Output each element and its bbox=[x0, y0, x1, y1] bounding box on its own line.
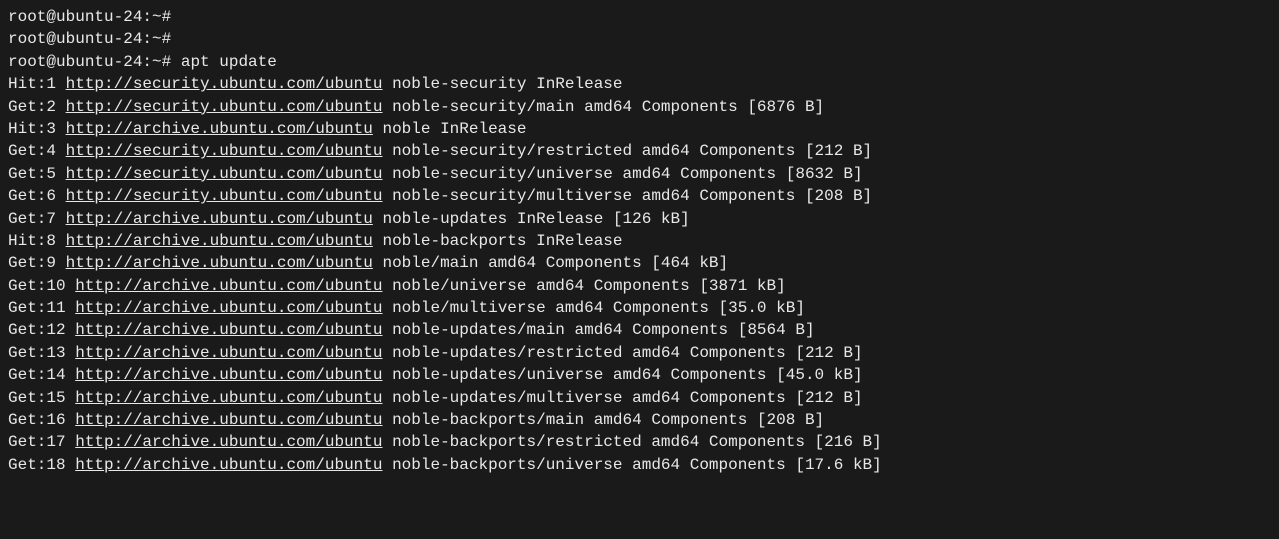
apt-output-line: Get:17 http://archive.ubuntu.com/ubuntu … bbox=[8, 431, 1271, 453]
repository-url[interactable]: http://archive.ubuntu.com/ubuntu bbox=[66, 120, 373, 138]
apt-line-suffix: noble/main amd64 Components [464 kB] bbox=[373, 254, 728, 272]
prompt-line: root@ubuntu-24:~# bbox=[8, 6, 1271, 28]
shell-command: apt update bbox=[181, 53, 277, 71]
apt-line-prefix: Get:4 bbox=[8, 142, 66, 160]
shell-prompt: root@ubuntu-24:~# bbox=[8, 8, 171, 26]
apt-line-prefix: Get:12 bbox=[8, 321, 75, 339]
repository-url[interactable]: http://archive.ubuntu.com/ubuntu bbox=[75, 433, 382, 451]
apt-output-line: Hit:1 http://security.ubuntu.com/ubuntu … bbox=[8, 73, 1271, 95]
apt-line-suffix: noble-backports InRelease bbox=[373, 232, 623, 250]
repository-url[interactable]: http://archive.ubuntu.com/ubuntu bbox=[75, 344, 382, 362]
prompt-line: root@ubuntu-24:~# apt update bbox=[8, 51, 1271, 73]
repository-url[interactable]: http://security.ubuntu.com/ubuntu bbox=[66, 98, 383, 116]
apt-line-prefix: Get:5 bbox=[8, 165, 66, 183]
repository-url[interactable]: http://security.ubuntu.com/ubuntu bbox=[66, 187, 383, 205]
apt-output-line: Get:16 http://archive.ubuntu.com/ubuntu … bbox=[8, 409, 1271, 431]
apt-line-suffix: noble-backports/restricted amd64 Compone… bbox=[382, 433, 881, 451]
apt-line-suffix: noble-updates/multiverse amd64 Component… bbox=[382, 389, 862, 407]
apt-output-line: Get:18 http://archive.ubuntu.com/ubuntu … bbox=[8, 454, 1271, 476]
apt-output-line: Get:10 http://archive.ubuntu.com/ubuntu … bbox=[8, 275, 1271, 297]
apt-line-prefix: Get:14 bbox=[8, 366, 75, 384]
apt-line-prefix: Get:11 bbox=[8, 299, 75, 317]
repository-url[interactable]: http://security.ubuntu.com/ubuntu bbox=[66, 165, 383, 183]
apt-line-suffix: noble-security InRelease bbox=[382, 75, 622, 93]
apt-line-suffix: noble-updates/main amd64 Components [856… bbox=[382, 321, 814, 339]
apt-line-suffix: noble-security/universe amd64 Components… bbox=[382, 165, 862, 183]
apt-output-line: Get:6 http://security.ubuntu.com/ubuntu … bbox=[8, 185, 1271, 207]
repository-url[interactable]: http://archive.ubuntu.com/ubuntu bbox=[66, 254, 373, 272]
apt-line-prefix: Get:18 bbox=[8, 456, 75, 474]
repository-url[interactable]: http://archive.ubuntu.com/ubuntu bbox=[75, 299, 382, 317]
apt-line-suffix: noble-security/restricted amd64 Componen… bbox=[382, 142, 872, 160]
apt-line-suffix: noble-updates InRelease [126 kB] bbox=[373, 210, 690, 228]
apt-line-prefix: Hit:8 bbox=[8, 232, 66, 250]
apt-line-suffix: noble-backports/main amd64 Components [2… bbox=[382, 411, 824, 429]
repository-url[interactable]: http://archive.ubuntu.com/ubuntu bbox=[75, 456, 382, 474]
shell-prompt: root@ubuntu-24:~# bbox=[8, 53, 171, 71]
prompt-line: root@ubuntu-24:~# bbox=[8, 28, 1271, 50]
apt-output-line: Get:9 http://archive.ubuntu.com/ubuntu n… bbox=[8, 252, 1271, 274]
repository-url[interactable]: http://security.ubuntu.com/ubuntu bbox=[66, 142, 383, 160]
apt-line-suffix: noble/universe amd64 Components [3871 kB… bbox=[382, 277, 785, 295]
apt-output-line: Hit:8 http://archive.ubuntu.com/ubuntu n… bbox=[8, 230, 1271, 252]
repository-url[interactable]: http://archive.ubuntu.com/ubuntu bbox=[66, 232, 373, 250]
apt-line-prefix: Get:10 bbox=[8, 277, 75, 295]
apt-output-line: Get:4 http://security.ubuntu.com/ubuntu … bbox=[8, 140, 1271, 162]
apt-line-prefix: Get:17 bbox=[8, 433, 75, 451]
apt-output-line: Get:7 http://archive.ubuntu.com/ubuntu n… bbox=[8, 208, 1271, 230]
apt-line-prefix: Get:9 bbox=[8, 254, 66, 272]
apt-line-prefix: Get:13 bbox=[8, 344, 75, 362]
apt-line-suffix: noble-security/multiverse amd64 Componen… bbox=[382, 187, 872, 205]
apt-line-suffix: noble InRelease bbox=[373, 120, 527, 138]
apt-output-line: Get:5 http://security.ubuntu.com/ubuntu … bbox=[8, 163, 1271, 185]
repository-url[interactable]: http://archive.ubuntu.com/ubuntu bbox=[75, 389, 382, 407]
repository-url[interactable]: http://archive.ubuntu.com/ubuntu bbox=[75, 277, 382, 295]
apt-output-line: Get:12 http://archive.ubuntu.com/ubuntu … bbox=[8, 319, 1271, 341]
apt-line-prefix: Hit:1 bbox=[8, 75, 66, 93]
repository-url[interactable]: http://archive.ubuntu.com/ubuntu bbox=[75, 321, 382, 339]
shell-prompt: root@ubuntu-24:~# bbox=[8, 30, 171, 48]
terminal-output[interactable]: root@ubuntu-24:~# root@ubuntu-24:~# root… bbox=[8, 6, 1271, 476]
apt-output-line: Get:13 http://archive.ubuntu.com/ubuntu … bbox=[8, 342, 1271, 364]
apt-line-suffix: noble-updates/restricted amd64 Component… bbox=[382, 344, 862, 362]
apt-line-prefix: Get:15 bbox=[8, 389, 75, 407]
apt-line-suffix: noble/multiverse amd64 Components [35.0 … bbox=[382, 299, 804, 317]
apt-line-prefix: Get:16 bbox=[8, 411, 75, 429]
repository-url[interactable]: http://security.ubuntu.com/ubuntu bbox=[66, 75, 383, 93]
apt-line-prefix: Get:7 bbox=[8, 210, 66, 228]
apt-output-line: Get:11 http://archive.ubuntu.com/ubuntu … bbox=[8, 297, 1271, 319]
apt-line-suffix: noble-updates/universe amd64 Components … bbox=[382, 366, 862, 384]
apt-line-prefix: Get:6 bbox=[8, 187, 66, 205]
apt-output-line: Get:15 http://archive.ubuntu.com/ubuntu … bbox=[8, 387, 1271, 409]
repository-url[interactable]: http://archive.ubuntu.com/ubuntu bbox=[75, 366, 382, 384]
repository-url[interactable]: http://archive.ubuntu.com/ubuntu bbox=[75, 411, 382, 429]
repository-url[interactable]: http://archive.ubuntu.com/ubuntu bbox=[66, 210, 373, 228]
apt-line-prefix: Get:2 bbox=[8, 98, 66, 116]
apt-line-prefix: Hit:3 bbox=[8, 120, 66, 138]
apt-line-suffix: noble-backports/universe amd64 Component… bbox=[382, 456, 881, 474]
apt-output-line: Hit:3 http://archive.ubuntu.com/ubuntu n… bbox=[8, 118, 1271, 140]
apt-output-line: Get:14 http://archive.ubuntu.com/ubuntu … bbox=[8, 364, 1271, 386]
apt-line-suffix: noble-security/main amd64 Components [68… bbox=[382, 98, 824, 116]
apt-output-line: Get:2 http://security.ubuntu.com/ubuntu … bbox=[8, 96, 1271, 118]
